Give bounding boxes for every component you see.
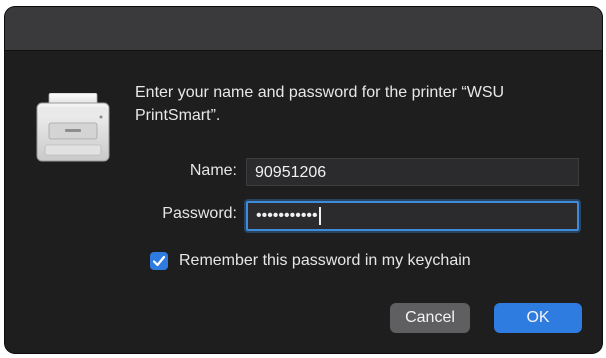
password-field-value: ••••••••••• [256,207,318,224]
password-label: Password: [162,205,237,222]
password-field[interactable]: ••••••••••• [246,201,579,231]
name-label: Name: [189,162,237,179]
remember-checkbox[interactable] [150,252,168,270]
name-field[interactable]: 90951206 [246,158,579,186]
printer-icon [35,92,111,165]
checkmark-icon [152,255,166,267]
cancel-button[interactable]: Cancel [390,303,470,333]
printer-auth-dialog: Enter your name and password for the pri… [5,7,602,353]
remember-label: Remember this password in my keychain [179,252,471,269]
text-caret [318,206,321,225]
ok-button[interactable]: OK [494,303,582,333]
dialog-message: Enter your name and password for the pri… [135,84,505,124]
name-field-value: 90951206 [255,164,327,181]
window-titlebar[interactable] [5,7,602,51]
